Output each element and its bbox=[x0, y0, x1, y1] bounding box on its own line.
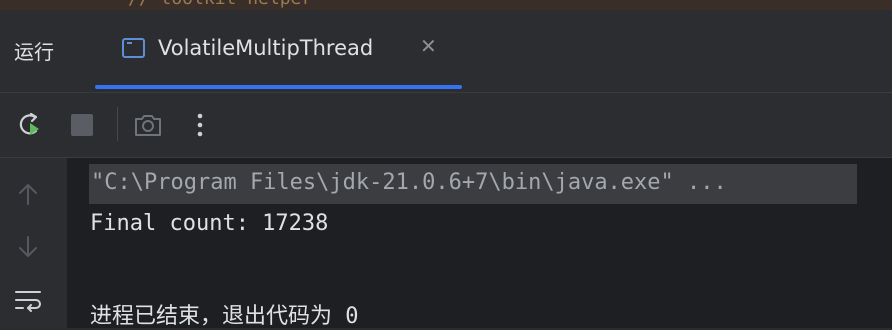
editor-strip: // toolkit helper bbox=[0, 0, 892, 10]
command-line-row[interactable]: "C:\Program Files\jdk-21.0.6+7\bin\java.… bbox=[89, 164, 857, 204]
more-options-button[interactable] bbox=[182, 107, 218, 143]
arrow-up-icon bbox=[19, 184, 37, 205]
console-output[interactable]: "C:\Program Files\jdk-21.0.6+7\bin\java.… bbox=[67, 158, 892, 329]
run-toolbar bbox=[0, 93, 892, 157]
output-line: Final count: 17238 bbox=[90, 211, 329, 236]
run-panel-title: 运行 bbox=[14, 40, 54, 64]
screenshot-icon bbox=[135, 115, 161, 136]
active-tab-indicator bbox=[95, 85, 462, 89]
rerun-button[interactable] bbox=[12, 107, 48, 143]
toolbar-separator bbox=[117, 107, 118, 141]
close-icon[interactable]: ✕ bbox=[420, 34, 437, 58]
soft-wrap-button[interactable] bbox=[12, 284, 44, 316]
console-window-icon bbox=[122, 38, 145, 58]
more-options-icon bbox=[197, 113, 203, 137]
tab-title: VolatileMultipThread bbox=[158, 36, 374, 60]
editor-text-fragment: // toolkit helper bbox=[128, 0, 312, 9]
scroll-down-button[interactable] bbox=[12, 231, 44, 263]
stop-icon bbox=[71, 114, 93, 136]
scroll-up-button[interactable] bbox=[12, 178, 44, 210]
soft-wrap-icon bbox=[15, 291, 41, 312]
exit-message: 进程已结束，退出代码为 0 bbox=[90, 304, 359, 329]
rerun-icon bbox=[19, 112, 39, 135]
tab-volatile-multip-thread[interactable]: VolatileMultipThread ✕ bbox=[95, 10, 462, 92]
console-gutter bbox=[0, 158, 67, 328]
command-line-text: "C:\Program Files\jdk-21.0.6+7\bin\java.… bbox=[91, 170, 727, 195]
screenshot-button[interactable] bbox=[130, 107, 166, 143]
stop-button[interactable] bbox=[64, 107, 100, 143]
run-tool-window-header: 运行 VolatileMultipThread ✕ bbox=[0, 10, 892, 92]
arrow-down-icon bbox=[19, 236, 37, 257]
